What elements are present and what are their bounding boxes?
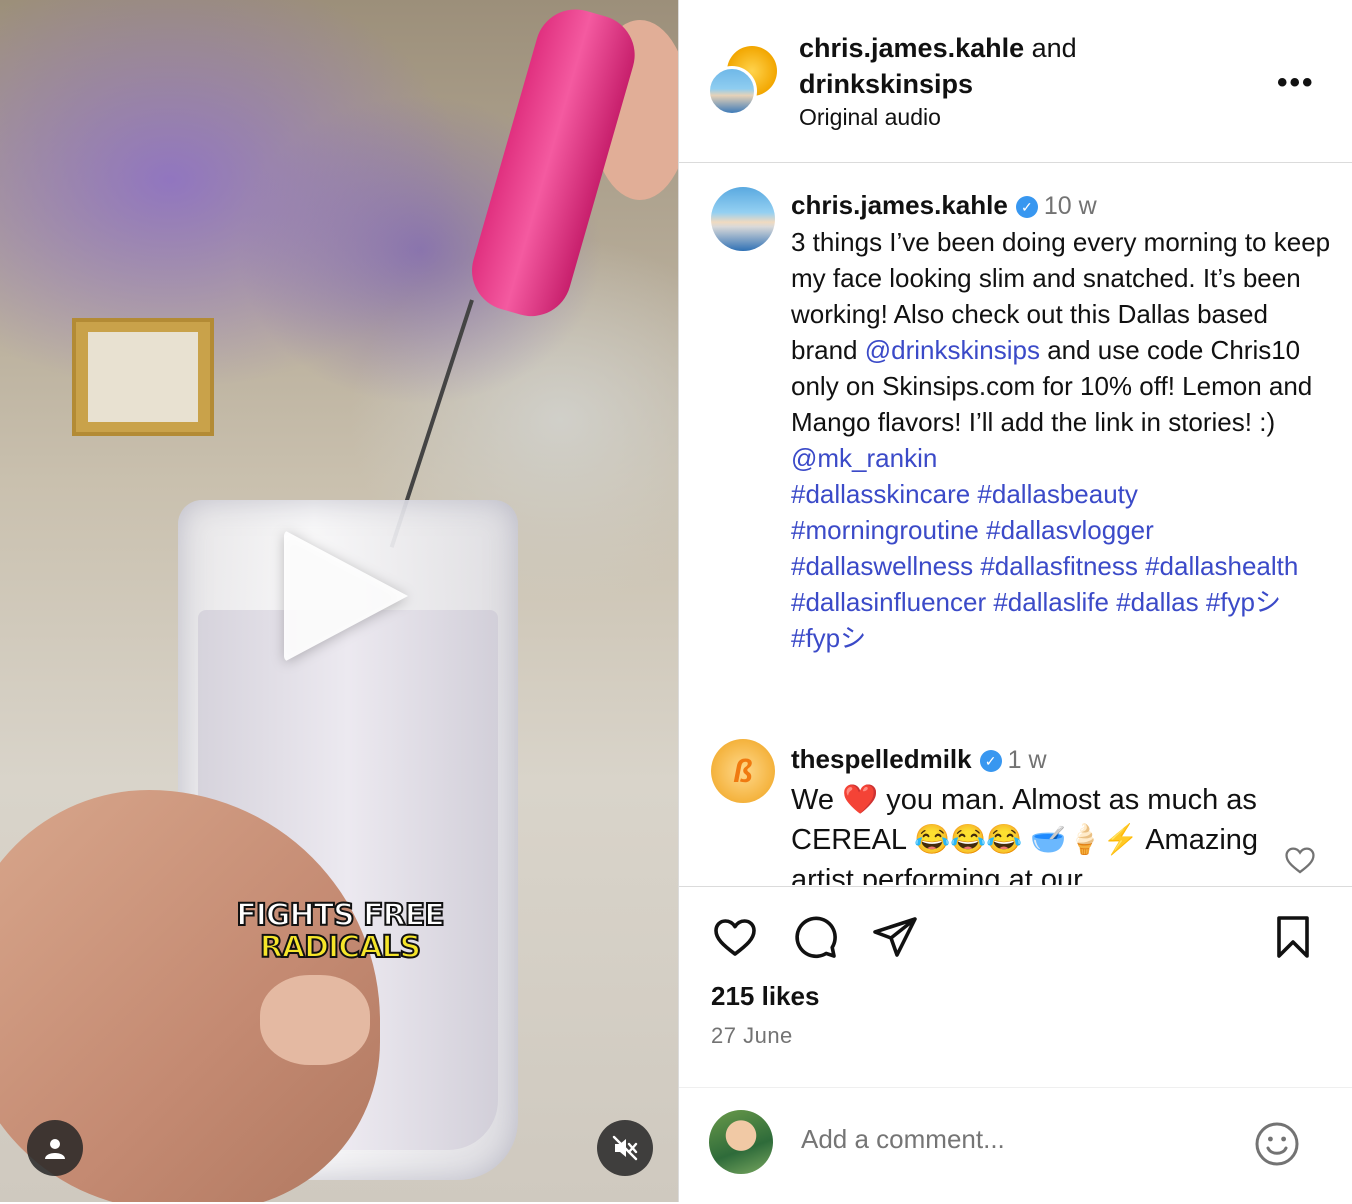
- caption-line-2: RADICALS: [259, 930, 422, 965]
- post-caption: chris.james.kahle ✓ 10 w 3 things I’ve bee…: [791, 187, 1331, 656]
- avatar-chris: [707, 66, 757, 116]
- play-icon[interactable]: [284, 530, 408, 662]
- action-bar: 215 likes 27 June: [679, 886, 1352, 1203]
- mention-link[interactable]: @drinkskinsips: [865, 335, 1040, 365]
- wall-picture: [72, 318, 214, 436]
- avatar[interactable]: ß: [711, 739, 775, 803]
- post-panel: chris.james.kahle and drinkskinsips Orig…: [679, 0, 1352, 1202]
- like-icon[interactable]: [711, 913, 759, 961]
- hashtags[interactable]: #dallasskincare #dallasbeauty #morningro…: [791, 479, 1298, 653]
- bookmark-icon[interactable]: [1269, 913, 1317, 961]
- mention-link[interactable]: @mk_rankin: [791, 443, 937, 473]
- post-date[interactable]: 27 June: [711, 1023, 793, 1049]
- reel-video[interactable]: FIGHTS FREE RADICALS: [0, 0, 679, 1202]
- comment-username[interactable]: thespelledmilk: [791, 744, 972, 774]
- video-caption: FIGHTS FREE RADICALS: [210, 898, 470, 965]
- header-joiner: and: [1024, 33, 1077, 63]
- comment-time[interactable]: 1 w: [1008, 746, 1047, 774]
- person-icon: [45, 1139, 65, 1159]
- post-time[interactable]: 10 w: [1044, 192, 1097, 220]
- add-comment-row: [679, 1087, 1352, 1204]
- mute-button[interactable]: [597, 1120, 653, 1176]
- header-usernames: chris.james.kahle and drinkskinsips: [799, 30, 1077, 102]
- more-options-icon[interactable]: •••: [1277, 66, 1315, 100]
- avatar[interactable]: [711, 187, 775, 251]
- thumb: [260, 975, 370, 1065]
- header-user1[interactable]: chris.james.kahle: [799, 33, 1024, 63]
- caption-line-1: FIGHTS FREE: [235, 898, 445, 933]
- comment: thespelledmilk ✓ 1 w We ❤️ you man. Almost…: [791, 739, 1271, 885]
- likes-count[interactable]: 215 likes: [711, 981, 819, 1012]
- comment-text: We ❤️ you man. Almost as much as CEREAL …: [791, 784, 1259, 885]
- avatar: [709, 1110, 773, 1174]
- post-header: chris.james.kahle and drinkskinsips Orig…: [679, 0, 1352, 163]
- header-user2[interactable]: drinkskinsips: [799, 69, 973, 99]
- post-username[interactable]: chris.james.kahle: [791, 190, 1008, 220]
- verified-icon: ✓: [1015, 196, 1038, 218]
- share-icon[interactable]: [871, 913, 919, 961]
- audio-label[interactable]: Original audio: [799, 104, 941, 131]
- verified-icon: ✓: [979, 750, 1002, 772]
- comment-input[interactable]: [801, 1124, 1221, 1155]
- collab-avatars[interactable]: [707, 46, 779, 118]
- comment-like-icon[interactable]: [1283, 843, 1317, 877]
- comment-icon[interactable]: [791, 913, 839, 961]
- comments-section: chris.james.kahle ✓ 10 w 3 things I’ve bee…: [679, 163, 1352, 885]
- smile-icon[interactable]: [1253, 1120, 1301, 1168]
- speaker-muted-icon: [612, 1135, 638, 1161]
- tagged-users-button[interactable]: [27, 1120, 83, 1176]
